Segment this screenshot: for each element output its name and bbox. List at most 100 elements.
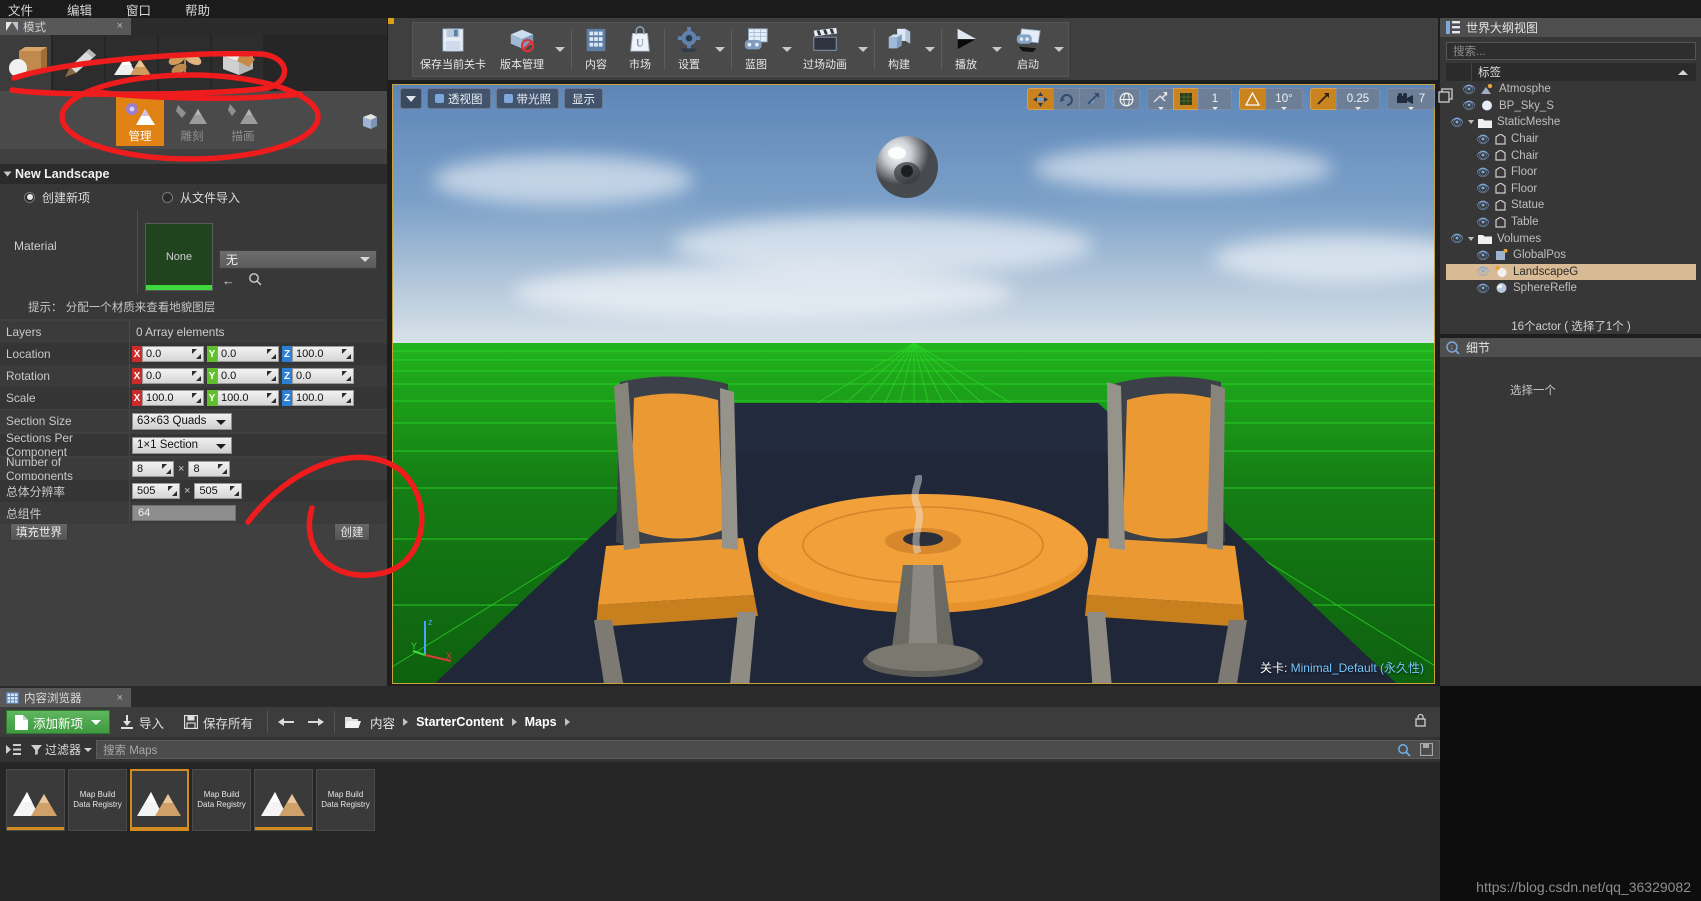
spinner-icon[interactable] xyxy=(342,349,351,359)
material-back-icon[interactable]: ← xyxy=(222,273,235,288)
content-browser-search-input[interactable]: 搜索 Maps xyxy=(96,740,1440,759)
eye-icon[interactable]: 👁 xyxy=(1476,216,1490,229)
content-browser-lock-button[interactable] xyxy=(1413,713,1428,731)
eye-icon[interactable]: 👁 xyxy=(1462,83,1476,96)
spinner-icon[interactable] xyxy=(342,371,351,381)
eye-icon[interactable]: 👁 xyxy=(1476,166,1490,179)
add-new-button[interactable]: 添加新项 xyxy=(6,710,111,734)
asset-map-2[interactable] xyxy=(130,769,189,831)
dropdown-caret-icon[interactable] xyxy=(1157,107,1164,110)
section-size-combo[interactable]: 63×63 Quads xyxy=(132,412,232,430)
resolution-x-input[interactable]: 505 xyxy=(132,483,180,499)
asset-mapbuilddata-3[interactable]: Map Build Data Registry xyxy=(316,769,375,831)
location-x-field[interactable]: X 0.0 xyxy=(132,346,204,362)
asset-map-3[interactable] xyxy=(254,769,313,831)
surface-snap-toggle[interactable] xyxy=(1147,88,1174,110)
viewport-show-button[interactable]: 显示 xyxy=(564,88,603,109)
dropdown-caret-icon[interactable] xyxy=(1408,107,1414,110)
search-icon[interactable] xyxy=(1397,743,1411,760)
menu-item-edit[interactable]: 编辑 xyxy=(67,0,92,19)
fill-world-button[interactable]: 填充世界 xyxy=(10,523,68,541)
components-y-input[interactable]: 8 xyxy=(188,461,231,477)
viewport-perspective-button[interactable]: 透视图 xyxy=(427,88,491,109)
spinner-icon[interactable] xyxy=(192,349,201,359)
toolbar-marketplace-button[interactable]: U 市场 xyxy=(618,23,662,76)
outliner-row-chair-2[interactable]: 👁 Chair xyxy=(1446,147,1696,164)
toolbar-play-dropdown[interactable] xyxy=(988,23,1006,76)
viewport-lit-button[interactable]: 带光照 xyxy=(495,88,559,109)
content-browser-tab[interactable]: 内容浏览器 × xyxy=(0,688,131,707)
submode-paint[interactable]: 描画 xyxy=(219,96,267,146)
new-landscape-header[interactable]: New Landscape xyxy=(0,164,387,184)
content-browser-close-icon[interactable]: × xyxy=(117,692,123,704)
material-combo[interactable]: 无 xyxy=(219,250,377,269)
radio-create-new[interactable]: 创建新项 xyxy=(24,189,90,206)
toolbar-source-control-button[interactable]: 版本管理 xyxy=(493,23,551,76)
spinner-icon[interactable] xyxy=(267,393,276,403)
rotation-snap-value[interactable]: 10° xyxy=(1265,88,1303,110)
eye-icon[interactable]: 👁 xyxy=(1476,249,1490,262)
scale-z-field[interactable]: Z 100.0 xyxy=(282,390,354,406)
toolbar-blueprints-button[interactable]: 蓝图 xyxy=(734,23,778,76)
world-space-toggle[interactable] xyxy=(1113,88,1140,110)
expand-caret-icon[interactable] xyxy=(1468,236,1474,241)
outliner-row-floor-1[interactable]: 👁 Floor xyxy=(1446,164,1696,181)
modes-tab-close-icon[interactable]: × xyxy=(117,20,123,32)
spinner-icon[interactable] xyxy=(192,393,201,403)
import-button[interactable]: 导入 xyxy=(110,710,174,734)
modes-tab[interactable]: 模式 × xyxy=(0,18,131,35)
breadcrumb-content[interactable]: 内容 xyxy=(366,713,399,732)
toolbar-launch-button[interactable]: 启动 xyxy=(1006,23,1050,76)
toolbar-launch-dropdown[interactable] xyxy=(1050,23,1068,76)
menu-item-file[interactable]: 文件 xyxy=(8,0,33,19)
asset-mapbuilddata-1[interactable]: Map Build Data Registry xyxy=(68,769,127,831)
spinner-icon[interactable] xyxy=(162,464,171,474)
outliner-list[interactable]: 👁 Atmosphe 👁 BP_Sky_S 👁 StaticMeshe 👁 Ch… xyxy=(1446,81,1696,321)
toolbar-content-button[interactable]: 内容 xyxy=(574,23,618,76)
breadcrumb-startercontent[interactable]: StarterContent xyxy=(412,715,508,729)
scale-y-field[interactable]: Y 100.0 xyxy=(207,390,279,406)
dropdown-caret-icon[interactable] xyxy=(1355,107,1361,110)
spinner-icon[interactable] xyxy=(267,371,276,381)
breadcrumb-maps[interactable]: Maps xyxy=(521,715,561,729)
toolbar-save-level-button[interactable]: 保存当前关卡 xyxy=(413,23,493,76)
toolbar-blueprints-dropdown[interactable] xyxy=(778,23,796,76)
location-y-field[interactable]: Y 0.0 xyxy=(207,346,279,362)
content-browser-asset-grid[interactable]: Map Build Data Registry Map Build Data R… xyxy=(0,762,1440,901)
toolbar-cinematics-button[interactable]: 过场动画 xyxy=(796,23,854,76)
navigate-forward-button[interactable] xyxy=(301,710,330,734)
asset-mapbuilddata-2[interactable]: Map Build Data Registry xyxy=(192,769,251,831)
camera-speed-control[interactable]: 7 xyxy=(1387,88,1435,110)
outliner-row-statue[interactable]: 👁 Statue xyxy=(1446,197,1696,214)
radio-import-file[interactable]: 从文件导入 xyxy=(162,189,240,206)
scale-x-field[interactable]: X 100.0 xyxy=(132,390,204,406)
eye-icon[interactable]: 👁 xyxy=(1462,99,1476,112)
outliner-row-atmosphere[interactable]: 👁 Atmosphe xyxy=(1446,81,1696,98)
eye-icon[interactable]: 👁 xyxy=(1450,116,1464,129)
grid-snap-value[interactable]: 1 xyxy=(1198,88,1232,110)
viewport-options-button[interactable] xyxy=(400,88,422,109)
spinner-icon[interactable] xyxy=(168,486,177,496)
sort-ascending-icon[interactable] xyxy=(1678,69,1688,75)
submode-sculpt[interactable]: 雕刻 xyxy=(168,96,216,146)
create-button[interactable]: 创建 xyxy=(334,523,370,541)
menu-item-help[interactable]: 帮助 xyxy=(185,0,210,19)
sources-toggle-button[interactable] xyxy=(6,743,21,756)
toolbar-play-button[interactable]: 播放 xyxy=(944,23,988,76)
toolbar-cinematics-dropdown[interactable] xyxy=(854,23,872,76)
rotation-x-field[interactable]: X 0.0 xyxy=(132,368,204,384)
outliner-row-bpsky[interactable]: 👁 BP_Sky_S xyxy=(1446,98,1696,115)
components-x-input[interactable]: 8 xyxy=(132,461,174,477)
outliner-row-staticmeshes[interactable]: 👁 StaticMeshe xyxy=(1446,114,1696,131)
outliner-row-table[interactable]: 👁 Table xyxy=(1446,214,1696,231)
rotation-z-field[interactable]: Z 0.0 xyxy=(282,368,354,384)
location-z-field[interactable]: Z 100.0 xyxy=(282,346,354,362)
toolbar-build-dropdown[interactable] xyxy=(921,23,939,76)
mode-paint-button[interactable] xyxy=(53,35,104,91)
save-search-icon[interactable] xyxy=(1419,742,1434,759)
eye-icon[interactable]: 👁 xyxy=(1476,265,1490,278)
toolbar-settings-button[interactable]: 设置 xyxy=(667,23,711,76)
rotation-y-field[interactable]: Y 0.0 xyxy=(207,368,279,384)
scale-snap-value[interactable]: 0.25 xyxy=(1336,88,1380,110)
eye-icon[interactable]: 👁 xyxy=(1476,182,1490,195)
